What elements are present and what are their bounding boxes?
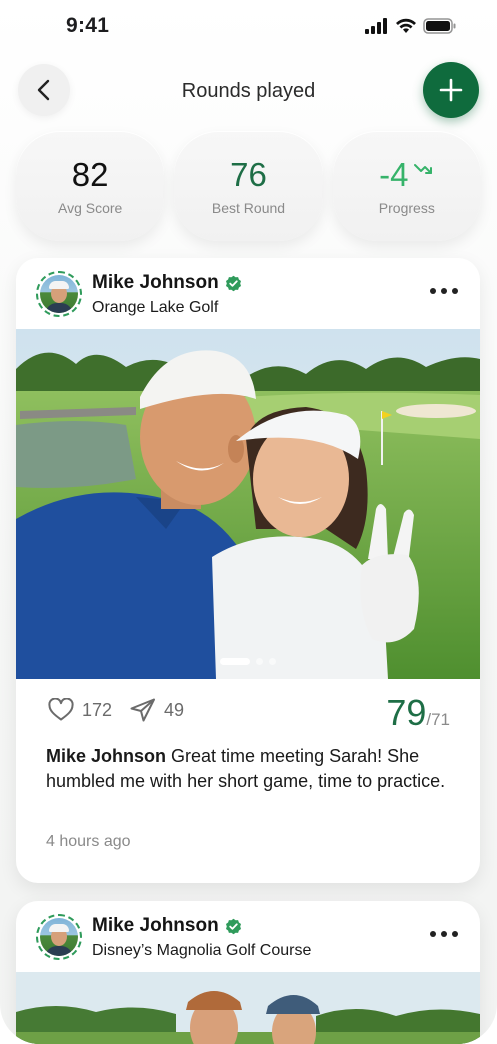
score-value: 79 <box>386 692 427 733</box>
post-header: Mike Johnson Disney’s Magnolia Golf Cour… <box>16 901 480 971</box>
post-course-name[interactable]: Orange Lake Golf <box>92 299 218 317</box>
user-name-text: Mike Johnson <box>92 915 219 936</box>
battery-icon <box>423 18 456 34</box>
carousel-dot[interactable] <box>256 658 263 665</box>
score-par: /71 <box>426 710 450 729</box>
avatar[interactable] <box>36 271 82 317</box>
stat-label: Progress <box>378 200 435 216</box>
post-actions: 172 49 79/71 <box>46 692 450 734</box>
post-header: Mike Johnson Orange Lake Golf <box>16 258 480 328</box>
stat-progress: -4 Progress <box>332 131 481 241</box>
user-name-text: Mike Johnson <box>92 272 219 293</box>
plus-icon <box>439 78 463 102</box>
status-icons <box>365 18 457 34</box>
carousel-dot[interactable] <box>269 658 276 665</box>
stat-avg-score: 82 Avg Score <box>16 131 165 241</box>
post-caption: Mike Johnson Great time meeting Sarah! S… <box>46 744 452 794</box>
send-icon <box>130 698 155 722</box>
golf-selfie-image <box>16 329 480 679</box>
page-title: Rounds played <box>181 80 316 102</box>
post-user-name[interactable]: Mike Johnson <box>92 915 242 937</box>
post-timestamp: 4 hours ago <box>46 833 131 850</box>
share-count: 49 <box>164 699 185 720</box>
wifi-icon <box>396 18 416 33</box>
heart-icon <box>48 698 74 721</box>
verified-badge-icon <box>225 275 241 291</box>
stat-value: 76 <box>230 156 267 193</box>
stat-label: Avg Score <box>57 200 123 216</box>
progress-row: -4 <box>379 156 434 194</box>
avatar[interactable] <box>36 914 82 960</box>
stat-value: -4 <box>379 156 409 193</box>
caption-user[interactable]: Mike Johnson <box>46 746 166 766</box>
like-button[interactable]: 172 <box>48 698 112 722</box>
stat-best-round: 76 Best Round <box>174 131 323 241</box>
more-options-button[interactable] <box>430 288 458 294</box>
more-dots-icon <box>430 288 436 294</box>
verified-badge-icon <box>225 918 241 934</box>
add-round-button[interactable] <box>423 62 479 118</box>
more-dots-icon <box>430 931 436 937</box>
round-post: Mike Johnson Disney’s Magnolia Golf Cour… <box>16 901 480 1044</box>
more-options-button[interactable] <box>430 931 458 937</box>
share-button[interactable]: 49 <box>130 698 184 722</box>
post-course-name[interactable]: Disney’s Magnolia Golf Course <box>92 942 311 960</box>
post-user-name[interactable]: Mike Johnson <box>92 272 242 294</box>
screen: 9:41 Rounds played 82 Avg Score 76 Best … <box>0 0 497 1044</box>
avatar-photo <box>40 918 78 956</box>
round-post: Mike Johnson Orange Lake Golf 172 49 79/… <box>16 258 480 883</box>
stat-value: 82 <box>71 156 109 193</box>
golf-group-image <box>16 972 480 1044</box>
round-score: 79/71 <box>386 692 450 734</box>
post-photo[interactable] <box>16 972 480 1044</box>
avatar-photo <box>40 275 78 313</box>
status-time: 9:41 <box>66 14 110 37</box>
trend-down-icon <box>414 164 433 174</box>
carousel-dot[interactable] <box>220 658 250 665</box>
stats-row: 82 Avg Score 76 Best Round -4 Progress <box>16 131 481 241</box>
carousel-dots[interactable] <box>16 658 480 665</box>
post-photo[interactable] <box>16 329 480 679</box>
like-count: 172 <box>82 699 113 720</box>
header: Rounds played <box>18 62 479 120</box>
stat-label: Best Round <box>211 200 286 216</box>
signal-icon <box>365 18 387 34</box>
status-bar: 9:41 <box>0 0 497 52</box>
